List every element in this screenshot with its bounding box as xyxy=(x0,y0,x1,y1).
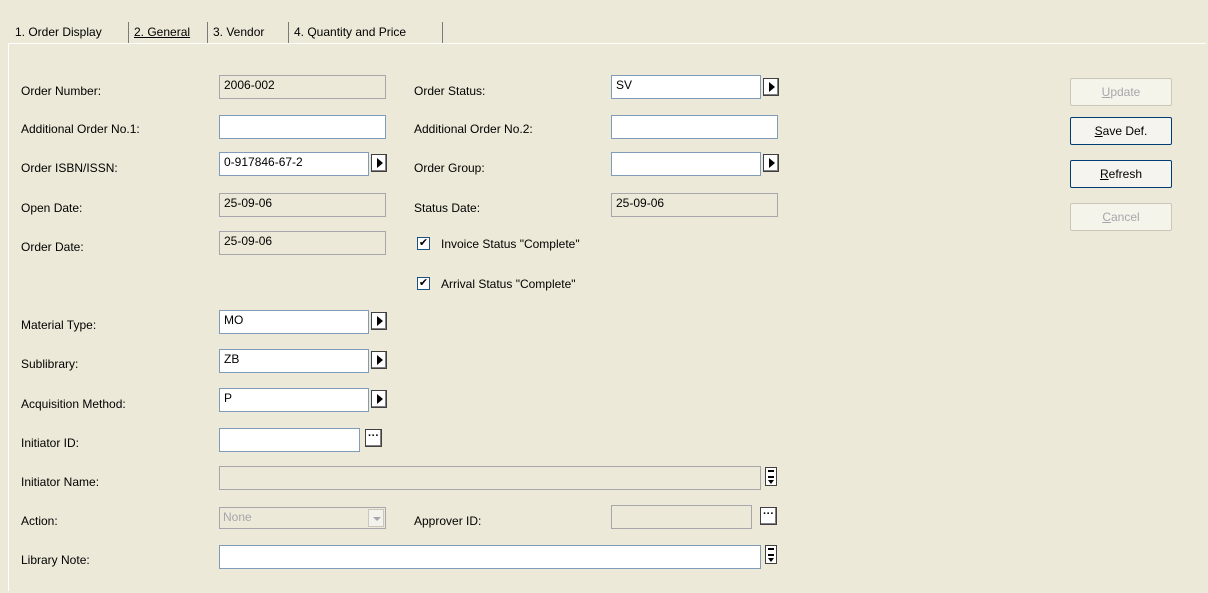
tab-label: 2. General xyxy=(134,25,191,39)
refresh-label: efresh xyxy=(1108,167,1143,181)
additional-order-1-label: Additional Order No.1: xyxy=(21,122,140,136)
initiator-id-lookup-button[interactable]: ··· xyxy=(365,429,382,447)
tab-label: 1. Order Display xyxy=(15,25,102,39)
cancel-accel: C xyxy=(1102,210,1111,224)
initiator-id-label: Initiator ID: xyxy=(21,436,80,450)
arrival-complete-checkbox[interactable]: ✔ xyxy=(417,277,430,290)
order-group-input[interactable] xyxy=(611,152,761,176)
chevron-down-icon xyxy=(768,480,774,484)
additional-order-2-label: Additional Order No.2: xyxy=(414,122,533,136)
additional-order-2-input[interactable] xyxy=(611,115,778,139)
order-isbn-input[interactable]: 0-917846-67-2 xyxy=(219,152,369,176)
update-button[interactable]: Update xyxy=(1070,78,1172,106)
action-select: None xyxy=(219,507,386,529)
order-isbn-arrow-button[interactable] xyxy=(371,154,387,172)
approver-id-lookup-button[interactable]: ··· xyxy=(760,507,777,525)
tab-order-display[interactable]: 1. Order Display xyxy=(10,22,129,43)
order-number-label: Order Number: xyxy=(21,84,102,98)
library-note-input[interactable] xyxy=(219,545,761,569)
chevron-down-icon xyxy=(768,558,774,562)
cancel-label: ancel xyxy=(1110,210,1140,224)
order-status-input[interactable]: SV xyxy=(611,75,761,99)
library-note-label: Library Note: xyxy=(21,553,90,567)
order-isbn-label: Order ISBN/ISSN: xyxy=(21,161,118,175)
refresh-accel: R xyxy=(1099,167,1109,181)
refresh-button[interactable]: Refresh xyxy=(1070,160,1172,188)
order-date-label: Order Date: xyxy=(21,240,84,254)
initiator-name-note-button[interactable] xyxy=(765,467,777,486)
status-date-field: 25-09-06 xyxy=(611,193,778,217)
invoice-complete-label: Invoice Status "Complete" xyxy=(441,237,580,251)
initiator-name-field xyxy=(219,466,761,490)
sublibrary-label: Sublibrary: xyxy=(21,357,79,371)
acquisition-method-input[interactable]: P xyxy=(219,388,369,412)
open-date-field: 25-09-06 xyxy=(219,193,386,217)
action-label: Action: xyxy=(21,514,58,528)
open-date-label: Open Date: xyxy=(21,201,83,215)
cancel-button[interactable]: Cancel xyxy=(1070,203,1172,231)
invoice-complete-checkbox[interactable]: ✔ xyxy=(417,237,430,250)
save-def-accel: S xyxy=(1094,124,1103,138)
material-type-arrow-button[interactable] xyxy=(371,312,387,330)
update-accel: U xyxy=(1101,85,1111,99)
tab-label: 3. Vendor xyxy=(213,25,265,39)
chevron-down-icon xyxy=(368,509,384,527)
update-label: pdate xyxy=(1110,85,1141,99)
material-type-input[interactable]: MO xyxy=(219,310,369,334)
order-status-arrow-button[interactable] xyxy=(763,78,779,96)
save-def-button[interactable]: Save Def. xyxy=(1070,117,1172,145)
tab-quantity-and-price[interactable]: 4. Quantity and Price xyxy=(289,22,443,43)
acquisition-method-label: Acquisition Method: xyxy=(21,397,126,411)
note-icon xyxy=(768,548,774,556)
initiator-name-label: Initiator Name: xyxy=(21,475,100,489)
order-group-arrow-button[interactable] xyxy=(763,154,779,172)
material-type-label: Material Type: xyxy=(21,318,97,332)
sublibrary-arrow-button[interactable] xyxy=(371,351,387,369)
order-status-label: Order Status: xyxy=(414,84,486,98)
order-number-field: 2006-002 xyxy=(219,75,386,99)
sublibrary-input[interactable]: ZB xyxy=(219,349,369,373)
tab-vendor[interactable]: 3. Vendor xyxy=(208,22,289,43)
acquisition-method-arrow-button[interactable] xyxy=(371,390,387,408)
library-note-note-button[interactable] xyxy=(765,545,777,564)
arrival-complete-label: Arrival Status "Complete" xyxy=(441,277,576,291)
initiator-id-input[interactable] xyxy=(219,428,360,452)
tab-label: 4. Quantity and Price xyxy=(294,25,407,39)
save-def-label: ave Def. xyxy=(1102,124,1148,138)
status-date-label: Status Date: xyxy=(414,201,481,215)
order-date-field: 25-09-06 xyxy=(219,231,386,255)
order-group-label: Order Group: xyxy=(414,161,485,175)
panel-border xyxy=(8,43,1206,44)
note-icon xyxy=(768,470,774,478)
approver-id-field xyxy=(611,505,752,529)
action-select-value: None xyxy=(223,510,252,524)
approver-id-label: Approver ID: xyxy=(414,514,482,528)
tab-general[interactable]: 2. General xyxy=(129,22,208,43)
additional-order-1-input[interactable] xyxy=(219,115,386,139)
panel-border xyxy=(8,43,9,591)
